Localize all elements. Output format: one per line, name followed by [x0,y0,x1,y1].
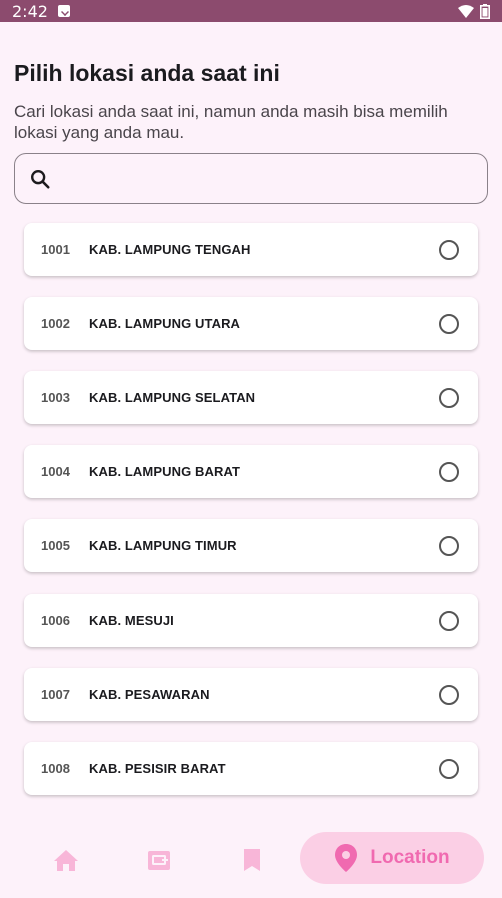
location-code: 1005 [41,538,70,553]
bookmark-icon [244,849,260,871]
location-code: 1008 [41,761,70,776]
location-item[interactable]: 1003 KAB. LAMPUNG SELATAN [24,371,478,424]
home-icon [54,850,78,871]
location-name: KAB. LAMPUNG TIMUR [89,538,237,553]
page-title: Pilih lokasi anda saat ini [14,60,280,86]
radio-button[interactable] [439,461,459,482]
location-item[interactable]: 1001 KAB. LAMPUNG TENGAH [24,223,478,276]
location-item[interactable]: 1006 KAB. MESUJI [24,594,478,647]
radio-button[interactable] [439,535,459,556]
bottom-navigation: Location [0,820,502,898]
location-item[interactable]: 1007 KAB. PESAWARAN [24,668,478,721]
location-item[interactable]: 1004 KAB. LAMPUNG BARAT [24,445,478,498]
location-code: 1006 [41,613,70,628]
location-item[interactable]: 1008 KAB. PESISIR BARAT [24,742,478,795]
radio-button[interactable] [439,387,459,408]
nav-location[interactable]: Location [300,832,484,884]
location-item[interactable]: 1002 KAB. LAMPUNG UTARA [24,297,478,350]
wifi-icon [458,4,474,18]
radio-button[interactable] [439,313,459,334]
nav-location-label: Location [370,847,450,868]
nav-home[interactable] [52,846,80,874]
status-time: 2:42 [12,1,48,21]
radio-button[interactable] [439,758,459,779]
radio-button[interactable] [439,684,459,705]
radio-button[interactable] [439,610,459,631]
radio-button[interactable] [439,239,459,260]
location-name: KAB. PESAWARAN [89,687,210,702]
location-name: KAB. LAMPUNG SELATAN [89,390,256,405]
location-pin-icon [335,844,358,872]
location-name: KAB. LAMPUNG UTARA [89,316,241,331]
battery-icon [480,3,490,19]
nav-wallet[interactable] [145,846,173,874]
notification-icon [57,5,70,17]
page-subtitle: Cari lokasi anda saat ini, namun anda ma… [14,102,448,142]
location-name: KAB. LAMPUNG BARAT [89,464,241,479]
location-code: 1004 [41,464,70,479]
search-icon [31,169,50,189]
location-name: KAB. MESUJI [89,613,174,628]
nav-bookmark[interactable] [238,846,266,874]
search-bar[interactable] [14,153,488,204]
location-code: 1007 [41,687,70,702]
search-input[interactable] [61,153,487,204]
location-name: KAB. PESISIR BARAT [89,761,226,776]
location-code: 1002 [41,316,70,331]
status-bar: 2:42 [0,0,502,22]
location-code: 1003 [41,390,70,405]
wallet-icon [148,851,170,870]
location-item[interactable]: 1005 KAB. LAMPUNG TIMUR [24,519,478,572]
location-code: 1001 [41,242,70,257]
location-name: KAB. LAMPUNG TENGAH [89,242,251,257]
